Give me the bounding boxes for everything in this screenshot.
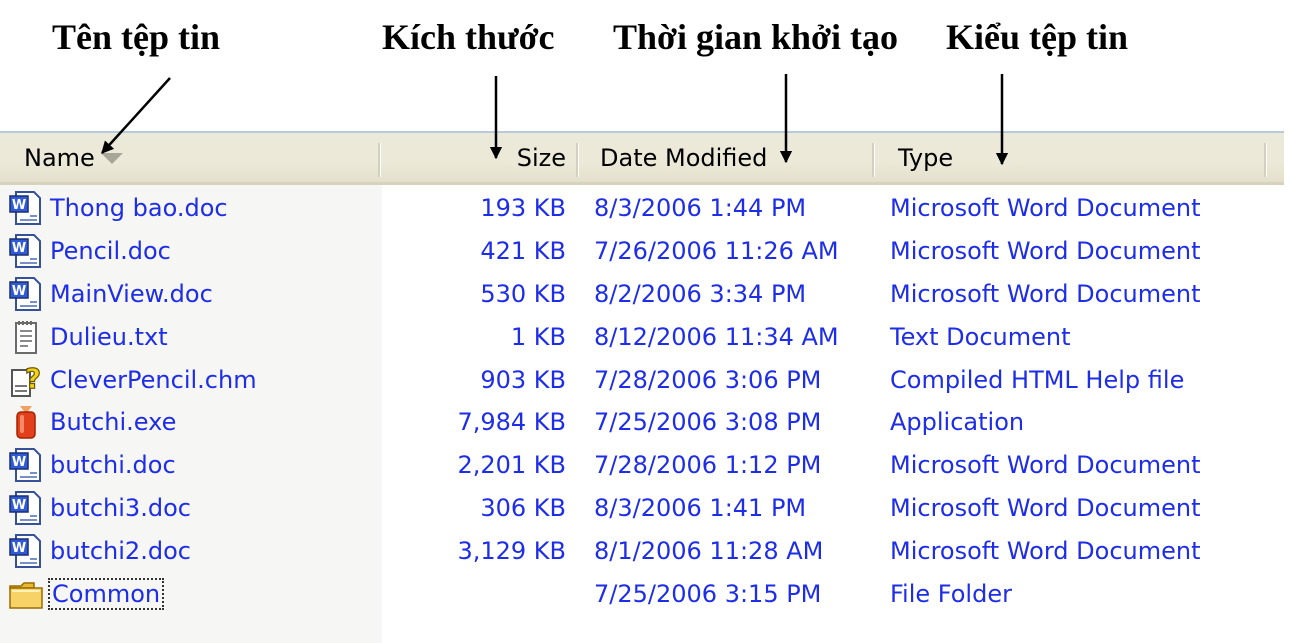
file-name-cell[interactable]: Butchi.exe	[8, 401, 176, 444]
file-type: Microsoft Word Document	[890, 536, 1201, 565]
word-document-icon: W	[9, 191, 41, 226]
file-date: 7/26/2006 11:26 AM	[594, 237, 839, 266]
column-resize-handle[interactable]	[872, 143, 875, 177]
svg-text:W: W	[12, 498, 26, 513]
file-date: 7/25/2006 3:08 PM	[594, 408, 822, 437]
file-size: 3,129 KB	[457, 536, 566, 565]
svg-text:W: W	[12, 541, 26, 556]
table-row[interactable]: W MainView.doc 530 KB 8/2/2006 3:34 PM M…	[0, 273, 1284, 316]
file-size: 903 KB	[480, 365, 566, 394]
file-size: 2,201 KB	[457, 451, 566, 480]
column-header-size[interactable]: Size	[384, 133, 566, 182]
file-name: Pencil.doc	[50, 237, 171, 266]
file-type: Text Document	[890, 322, 1071, 351]
file-name-cell[interactable]: W butchi.doc	[8, 444, 176, 487]
column-header-type-label: Type	[898, 143, 954, 172]
word-document-icon: W	[9, 533, 41, 568]
column-header-size-label: Size	[516, 143, 566, 172]
file-size: 193 KB	[480, 194, 566, 223]
table-row[interactable]: ? CleverPencil.chm 903 KB 7/28/2006 3:06…	[0, 358, 1284, 401]
annotation-file-type: Kiểu tệp tin	[946, 17, 1129, 57]
file-name: MainView.doc	[50, 279, 213, 308]
file-type: File Folder	[890, 579, 1012, 608]
column-header-name[interactable]: Name	[24, 133, 378, 182]
table-row[interactable]: W butchi.doc 2,201 KB 7/28/2006 1:12 PM …	[0, 444, 1284, 487]
column-header-date-label: Date Modified	[600, 143, 768, 172]
file-name: butchi2.doc	[50, 536, 191, 565]
file-date: 8/2/2006 3:34 PM	[594, 279, 807, 308]
file-name-cell[interactable]: W MainView.doc	[8, 273, 213, 316]
sort-descending-icon	[100, 153, 123, 164]
file-name: Dulieu.txt	[50, 322, 168, 351]
file-name: Thong bao.doc	[50, 194, 228, 223]
application-icon	[16, 406, 36, 440]
file-type: Microsoft Word Document	[890, 194, 1201, 223]
svg-text:W: W	[12, 241, 26, 256]
help-file-icon: ?	[11, 362, 42, 397]
file-size: 421 KB	[480, 237, 566, 266]
file-name-cell[interactable]: ? CleverPencil.chm	[8, 358, 257, 401]
file-type: Microsoft Word Document	[890, 493, 1201, 522]
file-name-cell[interactable]: Dulieu.txt	[8, 315, 168, 358]
table-row[interactable]: Butchi.exe 7,984 KB 7/25/2006 3:08 PM Ap…	[0, 401, 1284, 444]
file-size: 530 KB	[480, 279, 566, 308]
column-header-name-label: Name	[24, 143, 95, 172]
file-name: butchi3.doc	[50, 493, 191, 522]
file-name-cell[interactable]: W Thong bao.doc	[8, 187, 228, 230]
column-header-date[interactable]: Date Modified	[600, 133, 872, 182]
svg-text:?: ?	[25, 362, 41, 395]
file-type: Compiled HTML Help file	[890, 365, 1185, 394]
word-document-icon: W	[9, 448, 41, 483]
file-name: butchi.doc	[50, 451, 176, 480]
file-date: 7/25/2006 3:15 PM	[594, 579, 822, 608]
column-header-type[interactable]: Type	[898, 133, 1264, 182]
file-name: Common	[47, 577, 165, 610]
file-type: Microsoft Word Document	[890, 279, 1201, 308]
svg-text:W: W	[12, 284, 26, 299]
annotation-date-created: Thời gian khởi tạo	[613, 17, 898, 57]
file-type: Microsoft Word Document	[890, 237, 1201, 266]
file-list: W Thong bao.doc 193 KB 8/3/2006 1:44 PM …	[0, 187, 1284, 615]
file-date: 8/3/2006 1:41 PM	[594, 493, 807, 522]
file-size	[390, 572, 566, 615]
file-name-cell[interactable]: W butchi3.doc	[8, 487, 191, 530]
file-date: 7/28/2006 3:06 PM	[594, 365, 822, 394]
file-name-cell[interactable]: Common	[8, 572, 165, 615]
svg-text:W: W	[12, 198, 26, 213]
table-row[interactable]: Common 7/25/2006 3:15 PM File Folder	[0, 572, 1284, 615]
file-type: Microsoft Word Document	[890, 451, 1201, 480]
file-type: Application	[890, 408, 1025, 437]
column-resize-handle[interactable]	[576, 143, 579, 177]
annotation-file-size: Kích thước	[382, 17, 555, 57]
file-date: 8/3/2006 1:44 PM	[594, 194, 807, 223]
table-row[interactable]: W Pencil.doc 421 KB 7/26/2006 11:26 AM M…	[0, 230, 1284, 273]
column-resize-handle[interactable]	[1264, 143, 1267, 177]
word-document-icon: W	[9, 490, 41, 525]
table-row[interactable]: W Thong bao.doc 193 KB 8/3/2006 1:44 PM …	[0, 187, 1284, 230]
word-document-icon: W	[9, 276, 41, 311]
file-date: 8/1/2006 11:28 AM	[594, 536, 824, 565]
annotation-file-name: Tên tệp tin	[52, 17, 221, 57]
file-size: 7,984 KB	[457, 408, 566, 437]
svg-text:W: W	[12, 455, 26, 470]
column-header-bar: Name Size Date Modified Type	[0, 131, 1284, 185]
file-date: 8/12/2006 11:34 AM	[594, 322, 839, 351]
file-name-cell[interactable]: W butchi2.doc	[8, 529, 191, 572]
column-resize-handle[interactable]	[378, 143, 381, 177]
file-size: 306 KB	[480, 493, 566, 522]
file-size: 1 KB	[510, 322, 566, 351]
table-row[interactable]: W butchi3.doc 306 KB 8/3/2006 1:41 PM Mi…	[0, 487, 1284, 530]
file-name-cell[interactable]: W Pencil.doc	[8, 230, 171, 273]
file-name: CleverPencil.chm	[50, 365, 257, 394]
table-row[interactable]: Dulieu.txt 1 KB 8/12/2006 11:34 AM Text …	[0, 315, 1284, 358]
word-document-icon: W	[9, 234, 41, 269]
file-date: 7/28/2006 1:12 PM	[594, 451, 822, 480]
folder-icon	[9, 581, 43, 609]
text-document-icon	[15, 320, 37, 354]
file-name: Butchi.exe	[50, 408, 177, 437]
table-row[interactable]: W butchi2.doc 3,129 KB 8/1/2006 11:28 AM…	[0, 529, 1284, 572]
